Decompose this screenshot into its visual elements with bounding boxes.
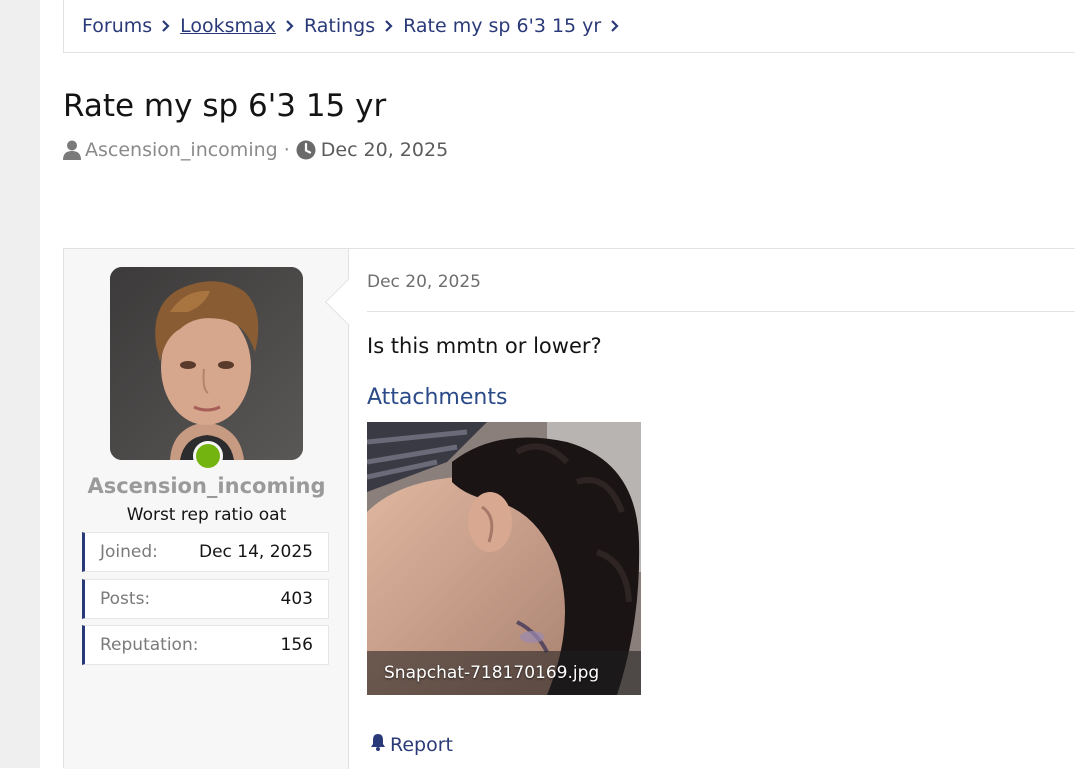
report-button[interactable]: Report (370, 733, 453, 756)
post-divider (367, 311, 1075, 312)
post: Ascension_incoming Worst rep ratio oat J… (63, 248, 1075, 769)
breadcrumb-forums[interactable]: Forums (82, 15, 152, 37)
thread-author-link[interactable]: Ascension_incoming (85, 139, 278, 161)
chevron-right-icon (375, 20, 403, 32)
chevron-right-icon (152, 20, 180, 32)
user-icon (63, 140, 81, 160)
avatar[interactable] (110, 267, 303, 460)
bell-icon (370, 733, 390, 756)
online-status-indicator (193, 441, 223, 471)
chevron-right-icon (276, 20, 304, 32)
post-main-cell: Dec 20, 2025 Is this mmtn or lower? Atta… (349, 249, 1075, 769)
stat-reputation: Reputation: 156 (82, 625, 329, 665)
user-title: Worst rep ratio oat (126, 505, 287, 525)
page-title: Rate my sp 6'3 15 yr (63, 88, 387, 124)
stat-label: Reputation: (100, 635, 199, 655)
post-username[interactable]: Ascension_incoming (64, 474, 349, 498)
breadcrumb-looksmax[interactable]: Looksmax (180, 15, 276, 37)
stat-label: Joined: (100, 542, 158, 562)
breadcrumb-thread[interactable]: Rate my sp 6'3 15 yr (403, 15, 601, 37)
post-body: Is this mmtn or lower? (367, 334, 602, 358)
attachment-filename: Snapchat-718170169.jpg (367, 651, 641, 695)
breadcrumb-ratings[interactable]: Ratings (304, 15, 375, 37)
thread-meta: Ascension_incoming · Dec 20, 2025 (63, 139, 448, 161)
attachment-thumbnail[interactable]: Snapchat-718170169.jpg (367, 422, 641, 695)
clock-icon (296, 140, 316, 160)
thread-date-link[interactable]: Dec 20, 2025 (321, 139, 448, 161)
breadcrumb: Forums Looksmax Ratings Rate my sp 6'3 1… (63, 0, 1075, 53)
post-user-cell: Ascension_incoming Worst rep ratio oat J… (64, 249, 349, 769)
stat-value: Dec 14, 2025 (198, 542, 313, 562)
left-gutter (0, 0, 40, 768)
chevron-right-icon (601, 20, 629, 32)
post-date-link[interactable]: Dec 20, 2025 (367, 272, 481, 292)
report-label: Report (390, 733, 453, 756)
attachments-heading: Attachments (367, 385, 508, 410)
stat-value: 403 (280, 589, 313, 609)
stat-joined: Joined: Dec 14, 2025 (82, 532, 329, 572)
meta-separator: · (283, 139, 290, 161)
stat-value: 156 (280, 635, 313, 655)
stat-posts: Posts: 403 (82, 579, 329, 619)
stat-label: Posts: (100, 589, 151, 609)
